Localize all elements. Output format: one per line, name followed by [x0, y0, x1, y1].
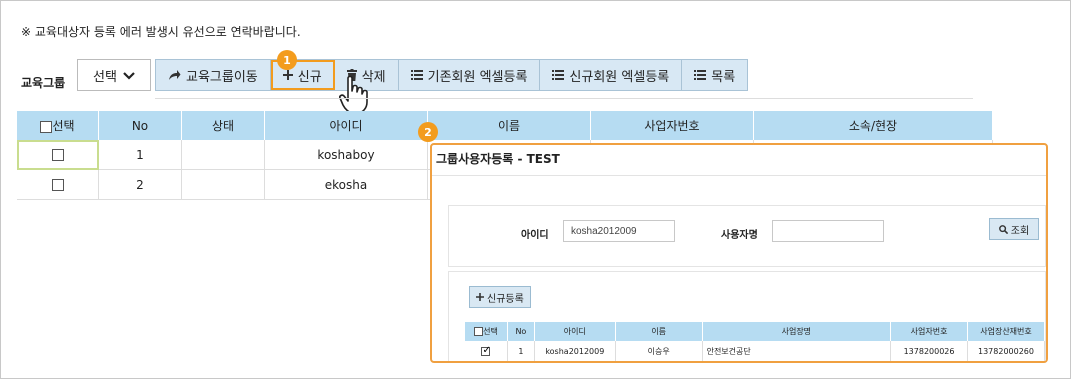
- chevron-down-icon: [123, 71, 135, 80]
- d-col-no: No: [507, 322, 535, 341]
- search-button[interactable]: 조회: [989, 218, 1039, 240]
- row-status: [181, 140, 265, 170]
- dialog-divider: [432, 175, 1046, 176]
- select-all-checkbox[interactable]: [40, 120, 53, 133]
- row-id: koshaboy: [264, 140, 428, 170]
- list-label: 목록: [711, 69, 736, 85]
- d-row-ins-no: 13782000260: [967, 341, 1045, 361]
- col-id: 아이디: [264, 111, 428, 140]
- d-row-id: kosha2012009: [534, 341, 616, 361]
- step-badge-2: 2: [418, 122, 438, 142]
- d-row-no: 1: [507, 341, 535, 361]
- d-row-name: 이승우: [615, 341, 703, 361]
- new-register-button[interactable]: 신규등록: [469, 286, 531, 308]
- row-checkbox[interactable]: [51, 149, 64, 161]
- d-col-id: 아이디: [534, 322, 616, 341]
- d-col-biz-no: 사업자번호: [890, 322, 968, 341]
- group-select-value: 선택: [93, 69, 117, 85]
- list-icon: [552, 70, 565, 80]
- dialog-title: 그룹사용자등록 - TEST: [436, 152, 560, 166]
- table-header-row: 선택 No 상태 아이디 이름 사업자번호 소속/현장: [17, 111, 993, 140]
- group-user-dialog: 그룹사용자등록 - TEST 아이디 사용자명 조회 신규등록 선택 No: [430, 143, 1048, 363]
- excel-new-label: 신규회원 엑셀등록: [569, 69, 670, 85]
- col-site: 소속/현장: [753, 111, 993, 140]
- row-no: 1: [98, 140, 182, 170]
- group-select[interactable]: 선택: [77, 59, 151, 91]
- d-col-ins-no: 사업장산재번호: [967, 322, 1045, 341]
- d-row-checkbox-checked[interactable]: [481, 345, 491, 356]
- d-row-select[interactable]: [465, 341, 508, 361]
- d-select-all-checkbox[interactable]: [474, 327, 484, 336]
- search-icon: [998, 224, 1008, 234]
- excel-new-button[interactable]: 신규회원 엑셀등록: [540, 60, 683, 90]
- row-id: ekosha: [264, 169, 428, 200]
- group-label: 교육그룹: [21, 76, 66, 90]
- excel-existing-button[interactable]: 기존회원 엑셀등록: [398, 60, 541, 90]
- d-row-biz-no: 1378200026: [890, 341, 968, 361]
- share-arrow-icon: [169, 70, 181, 80]
- id-label: 아이디: [521, 230, 549, 241]
- dialog-row[interactable]: 1 kosha2012009 이승우 안전보건공단 1378200026 137…: [465, 341, 1045, 361]
- divider: [155, 98, 973, 99]
- d-col-name: 이름: [615, 322, 703, 341]
- hand-cursor-icon: [339, 75, 368, 114]
- plus-icon: [282, 70, 293, 80]
- id-input[interactable]: [563, 220, 675, 242]
- step-badge-1: 1: [277, 50, 297, 70]
- col-status: 상태: [181, 111, 265, 140]
- d-col-select: 선택: [465, 322, 508, 341]
- dialog-header-row: 선택 No 아이디 이름 사업장명 사업자번호 사업장산재번호: [465, 322, 1045, 341]
- move-group-button[interactable]: 교육그룹이동: [156, 60, 271, 90]
- search-button-label: 조회: [1010, 225, 1030, 237]
- d-col-workplace: 사업장명: [702, 322, 892, 341]
- col-name: 이름: [427, 111, 591, 140]
- list-icon: [410, 70, 423, 80]
- page-frame: ※ 교육대상자 등록 에러 발생시 유선으로 연락바랍니다. 교육그룹 선택 교…: [0, 0, 1071, 379]
- list-icon: [694, 70, 707, 80]
- username-label: 사용자명: [721, 230, 758, 241]
- col-biz-no: 사업자번호: [590, 111, 754, 140]
- row-select-cell[interactable]: [17, 169, 99, 200]
- new-label: 신규: [297, 69, 322, 85]
- d-row-workplace: 안전보건공단: [702, 341, 892, 361]
- row-status: [181, 169, 265, 200]
- toolbar: 교육그룹이동 신규 삭제 기존회원 엑셀등록 신규회원 엑셀등록 목록: [155, 59, 749, 91]
- list-button[interactable]: 목록: [682, 60, 748, 90]
- user-list-panel: 신규등록 선택 No 아이디 이름 사업장명 사업자번호 사업장산재번호 ✓ 1…: [448, 271, 1046, 361]
- notice-text: ※ 교육대상자 등록 에러 발생시 유선으로 연락바랍니다.: [21, 25, 301, 39]
- col-no: No: [98, 111, 182, 140]
- col-select: 선택: [17, 111, 99, 140]
- row-no: 2: [98, 169, 182, 200]
- row-select-cell[interactable]: [17, 140, 99, 170]
- row-checkbox[interactable]: [51, 179, 64, 191]
- username-input[interactable]: [772, 220, 884, 242]
- search-panel: 아이디 사용자명 조회: [448, 205, 1046, 267]
- excel-existing-label: 기존회원 엑셀등록: [427, 69, 528, 85]
- new-register-label: 신규등록: [487, 293, 524, 305]
- dialog-table: 선택 No 아이디 이름 사업장명 사업자번호 사업장산재번호 1 kosha2…: [465, 322, 1045, 361]
- plus-icon: [476, 293, 484, 301]
- move-group-label: 교육그룹이동: [186, 69, 258, 85]
